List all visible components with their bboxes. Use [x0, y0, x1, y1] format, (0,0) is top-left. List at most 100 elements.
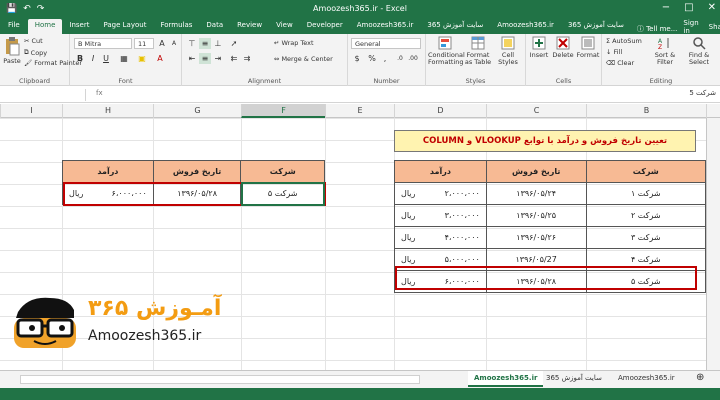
tab-amoozesh-1[interactable]: Amoozesh365.ir — [350, 19, 421, 34]
bold-button[interactable]: B — [74, 53, 86, 64]
cell-revenue[interactable]: ریال ۴،۰۰۰،۰۰۰ — [394, 226, 487, 249]
find-select-button[interactable]: Find & Select — [682, 36, 716, 66]
tab-site-1[interactable]: سایت آموزش 365 — [420, 19, 490, 34]
align-left-icon[interactable]: ⇤ — [186, 53, 198, 64]
cell-revenue[interactable]: ریال ۲،۰۰۰،۰۰۰ — [394, 182, 487, 205]
tab-formulas[interactable]: Formulas — [153, 19, 199, 34]
fx-label[interactable]: fx — [96, 89, 103, 97]
maximize-button[interactable]: □ — [684, 2, 693, 13]
borders-icon[interactable]: ▦ — [118, 53, 130, 64]
copy-button[interactable]: ⧉ Copy — [24, 48, 47, 57]
styles-label: Styles — [465, 77, 486, 85]
column-header-d[interactable]: D — [394, 104, 486, 118]
sort-filter-button[interactable]: AZ Sort & Filter — [650, 36, 680, 66]
name-box[interactable] — [0, 89, 86, 101]
tab-page-layout[interactable]: Page Layout — [96, 19, 153, 34]
tab-data[interactable]: Data — [199, 19, 230, 34]
tab-insert[interactable]: Insert — [62, 19, 96, 34]
orientation-icon[interactable]: ➚ — [228, 38, 240, 49]
tell-me-box[interactable]: ⓘ Tell me... — [631, 22, 684, 34]
decrease-indent-icon[interactable]: ⇇ — [228, 53, 240, 64]
increase-indent-icon[interactable]: ⇉ — [241, 53, 253, 64]
wrap-icon: ↵ — [274, 39, 280, 47]
clear-button[interactable]: ⌫ Clear — [606, 59, 634, 67]
cell-date[interactable]: ۱۳۹۶/۰۵/۲۶ — [485, 226, 587, 249]
column-header-c[interactable]: C — [486, 104, 586, 118]
sign-in-link[interactable]: Sign in — [683, 19, 698, 35]
column-header-h[interactable]: H — [62, 104, 153, 118]
horizontal-scrollbar[interactable] — [20, 375, 420, 384]
fill-color-icon[interactable]: ▣ — [136, 53, 148, 64]
sheet-tab-active[interactable]: Amoozesh365.ir — [468, 371, 544, 387]
cell-company[interactable]: شرکت ۱ — [585, 182, 706, 205]
merge-center-button[interactable]: ⇔ Merge & Center — [274, 55, 333, 63]
column-header-e[interactable]: E — [325, 104, 394, 118]
row-headers[interactable] — [706, 118, 720, 370]
align-center-icon[interactable]: ≡ — [199, 53, 211, 64]
select-all-corner[interactable] — [706, 104, 720, 118]
align-top-icon[interactable]: ⊤ — [186, 38, 198, 49]
column-header-f[interactable]: F — [241, 104, 325, 118]
table-row: ریال ۴،۰۰۰،۰۰۰ ۱۳۹۶/۰۵/۲۶ شرکت ۳ — [394, 226, 706, 249]
delete-cells-button[interactable]: Delete — [552, 36, 574, 59]
formula-input[interactable]: شرکت 5 — [118, 89, 720, 101]
number-label: Number — [373, 77, 400, 85]
cell-date[interactable]: ۱۳۹۶/۰۵/۲۴ — [485, 182, 587, 205]
cell-date[interactable]: ۱۳۹۶/۰۵/۲۵ — [485, 204, 587, 227]
share-button[interactable]: Share — [709, 23, 720, 31]
column-header-i[interactable]: I — [0, 104, 62, 118]
tab-file[interactable]: File — [0, 19, 28, 34]
align-bottom-icon[interactable]: ⊥ — [212, 38, 224, 49]
tab-site-2[interactable]: سایت آموزش 365 — [561, 19, 631, 34]
tab-developer[interactable]: Developer — [300, 19, 350, 34]
svg-text:Z: Z — [658, 44, 662, 50]
cell-styles-button[interactable]: Cell Styles — [494, 36, 522, 66]
header-revenue: درآمد — [394, 160, 487, 183]
align-middle-icon[interactable]: ≡ — [199, 38, 211, 49]
conditional-formatting-button[interactable]: Conditional Formatting — [428, 36, 465, 66]
number-format-select[interactable]: General — [351, 38, 421, 49]
percent-button[interactable]: % — [366, 53, 378, 64]
font-color-icon[interactable]: A — [154, 53, 166, 64]
close-button[interactable]: ✕ — [708, 2, 716, 13]
format-as-table-button[interactable]: Format as Table — [464, 36, 492, 66]
lookup-header-row: درآمد تاریخ فروش شرکت — [62, 160, 325, 183]
autosum-button[interactable]: Σ AutoSum — [606, 37, 642, 45]
add-sheet-icon[interactable]: ⊕ — [690, 371, 710, 387]
status-bar — [0, 388, 720, 400]
worksheet-grid[interactable]: تعیین تاریخ فروش و درآمد با توابع VLOOKU… — [0, 118, 720, 370]
paste-button[interactable]: Paste — [2, 36, 22, 65]
cell-company[interactable]: شرکت ۲ — [585, 204, 706, 227]
excel-window: 💾 ↶ ↷ Amoozesh365.ir - Excel − □ ✕ File … — [0, 0, 720, 400]
format-cells-button[interactable]: Format — [576, 36, 600, 59]
font-size-select[interactable]: 11 — [134, 38, 154, 49]
minimize-button[interactable]: − — [662, 2, 670, 13]
decrease-decimal-icon[interactable]: .00 — [407, 53, 419, 64]
brush-icon: 🖌 — [24, 59, 33, 67]
wrap-text-button[interactable]: ↵ Wrap Text — [274, 39, 314, 47]
currency-button[interactable]: $ — [351, 53, 363, 64]
fill-button[interactable]: ↓ Fill — [606, 48, 622, 56]
tab-amoozesh-2[interactable]: Amoozesh365.ir — [490, 19, 561, 34]
cut-button[interactable]: ✂ Cut — [24, 37, 43, 45]
tab-view[interactable]: View — [269, 19, 300, 34]
grow-font-button[interactable]: A — [156, 38, 168, 49]
column-header-g[interactable]: G — [153, 104, 241, 118]
sheet-tab-amoozesh[interactable]: Amoozesh365.ir — [612, 371, 681, 387]
align-right-icon[interactable]: ⇥ — [212, 53, 224, 64]
tab-review[interactable]: Review — [230, 19, 269, 34]
tab-home[interactable]: Home — [27, 19, 63, 34]
increase-decimal-icon[interactable]: .0 — [394, 53, 406, 64]
font-name-select[interactable]: B Mitra — [74, 38, 132, 49]
column-header-b[interactable]: B — [586, 104, 706, 118]
shrink-font-button[interactable]: A — [168, 38, 180, 49]
cell-revenue[interactable]: ریال ۳،۰۰۰،۰۰۰ — [394, 204, 487, 227]
active-cell-f5[interactable] — [241, 182, 325, 206]
cell-company[interactable]: شرکت ۳ — [585, 226, 706, 249]
sigma-icon: Σ — [606, 37, 611, 45]
italic-button[interactable]: I — [87, 53, 99, 64]
comma-button[interactable]: , — [379, 53, 391, 64]
insert-cells-button[interactable]: Insert — [528, 36, 550, 59]
underline-button[interactable]: U — [100, 53, 112, 64]
sheet-tab-site[interactable]: سایت آموزش 365 — [540, 371, 608, 387]
